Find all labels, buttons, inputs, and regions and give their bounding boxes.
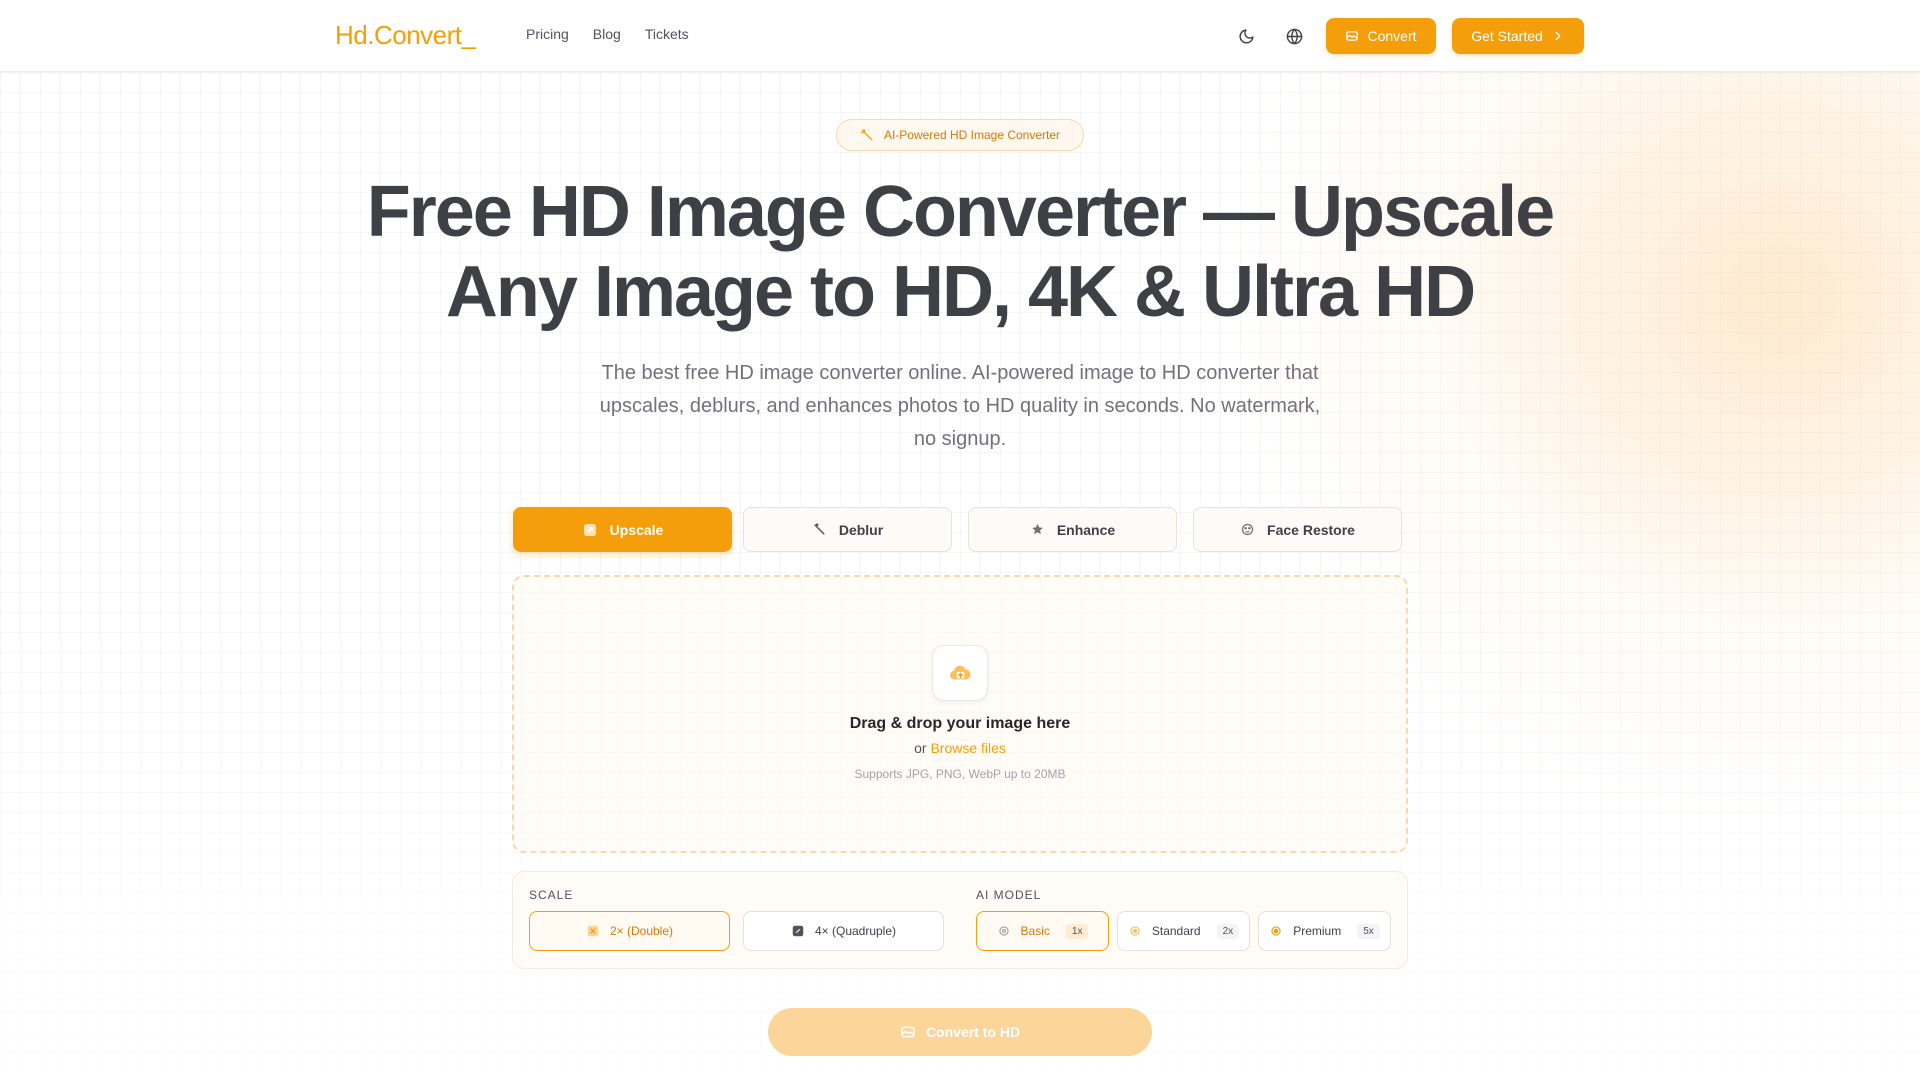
star-icon	[1031, 523, 1043, 535]
ai-model-label: AI MODEL	[976, 888, 1042, 902]
model-option-premium[interactable]: Premium 5x	[1258, 911, 1391, 951]
model-option-basic[interactable]: Basic 1x	[976, 911, 1109, 951]
scale-2x-icon	[587, 925, 599, 937]
tab-face-restore[interactable]: Face Restore	[1193, 507, 1402, 552]
model-option-basic-multiplier: 1x	[1065, 923, 1089, 939]
tab-deblur[interactable]: Deblur	[743, 507, 952, 552]
upscale-icon	[583, 523, 596, 536]
tab-face-restore-label: Face Restore	[1267, 521, 1355, 538]
nav-link-tickets[interactable]: Tickets	[645, 26, 689, 42]
image-icon	[1346, 31, 1359, 41]
dropzone-title: Drag & drop your image here	[849, 715, 1071, 732]
convert-to-hd-button[interactable]: Convert to HD	[768, 1008, 1152, 1056]
get-started-label: Get Started	[1471, 28, 1543, 44]
model-option-standard-label: Standard	[1151, 924, 1201, 938]
header-convert-button[interactable]: Convert	[1326, 18, 1436, 54]
dropzone-hint: Supports JPG, PNG, WebP up to 20MB	[854, 767, 1066, 781]
scale-4x-icon	[792, 925, 804, 937]
model-option-standard[interactable]: Standard 2x	[1117, 911, 1250, 951]
cloud-upload-icon	[949, 665, 971, 680]
page-title-line-2: Any Image to HD, 4K & Ultra HD	[445, 252, 1476, 332]
hero-badge: AI-Powered HD Image Converter	[836, 119, 1084, 151]
dropzone-browse-line: or Browse files	[760, 740, 1160, 756]
browse-files-link[interactable]: Browse files	[930, 740, 1005, 756]
main-nav: Pricing Blog Tickets	[526, 26, 689, 42]
main-content: AI-Powered HD Image Converter Free HD Im…	[0, 0, 1920, 1080]
theme-toggle-button[interactable]	[1232, 22, 1260, 50]
scale-option-2x-label: 2× (Double)	[609, 924, 674, 938]
standard-model-icon	[1130, 926, 1140, 936]
dropzone-or-text: or	[914, 740, 927, 756]
model-option-standard-multiplier: 2x	[1216, 923, 1240, 939]
scale-option-4x[interactable]: 4× (Quadruple)	[743, 911, 944, 951]
site-header: Hd.Convert_ Pricing Blog Tickets Convert…	[0, 0, 1920, 72]
upload-icon-box[interactable]	[932, 645, 988, 701]
model-option-premium-multiplier: 5x	[1357, 923, 1380, 939]
moon-icon	[1239, 28, 1254, 43]
nav-link-pricing[interactable]: Pricing	[526, 26, 569, 42]
tab-enhance-label: Enhance	[1056, 521, 1116, 538]
logo[interactable]: Hd.Convert_	[335, 20, 476, 51]
tab-deblur-label: Deblur	[838, 521, 884, 538]
chevron-right-icon	[1555, 31, 1561, 41]
tab-enhance[interactable]: Enhance	[968, 507, 1177, 552]
globe-icon	[1286, 28, 1302, 44]
page-title-line-1: Free HD Image Converter — Upscale	[366, 172, 1555, 252]
basic-model-icon	[998, 926, 1009, 936]
image-icon	[901, 1026, 915, 1038]
tab-upscale[interactable]: Upscale	[513, 507, 732, 552]
scale-label: SCALE	[529, 888, 574, 902]
tab-upscale-label: Upscale	[609, 521, 664, 538]
magic-wand-icon	[861, 129, 873, 141]
scale-option-4x-label: 4× (Quadruple)	[814, 924, 897, 938]
language-button[interactable]	[1280, 22, 1308, 50]
hero-badge-text: AI-Powered HD Image Converter	[883, 128, 1061, 142]
model-option-premium-label: Premium	[1293, 924, 1342, 938]
nav-link-blog[interactable]: Blog	[593, 26, 621, 42]
convert-to-hd-label: Convert to HD	[925, 1024, 1021, 1040]
page-title: Free HD Image Converter — Upscale Any Im…	[260, 172, 1660, 332]
image-dropzone[interactable]	[512, 575, 1408, 853]
model-option-basic-label: Basic	[1020, 924, 1050, 938]
wand-icon	[814, 523, 825, 535]
page-subtitle: The best free HD image converter online.…	[599, 362, 1321, 450]
get-started-button[interactable]: Get Started	[1452, 18, 1584, 54]
premium-model-icon	[1271, 926, 1281, 936]
header-convert-label: Convert	[1367, 28, 1417, 44]
scale-option-2x[interactable]: 2× (Double)	[529, 911, 730, 951]
face-scan-icon	[1241, 523, 1254, 536]
